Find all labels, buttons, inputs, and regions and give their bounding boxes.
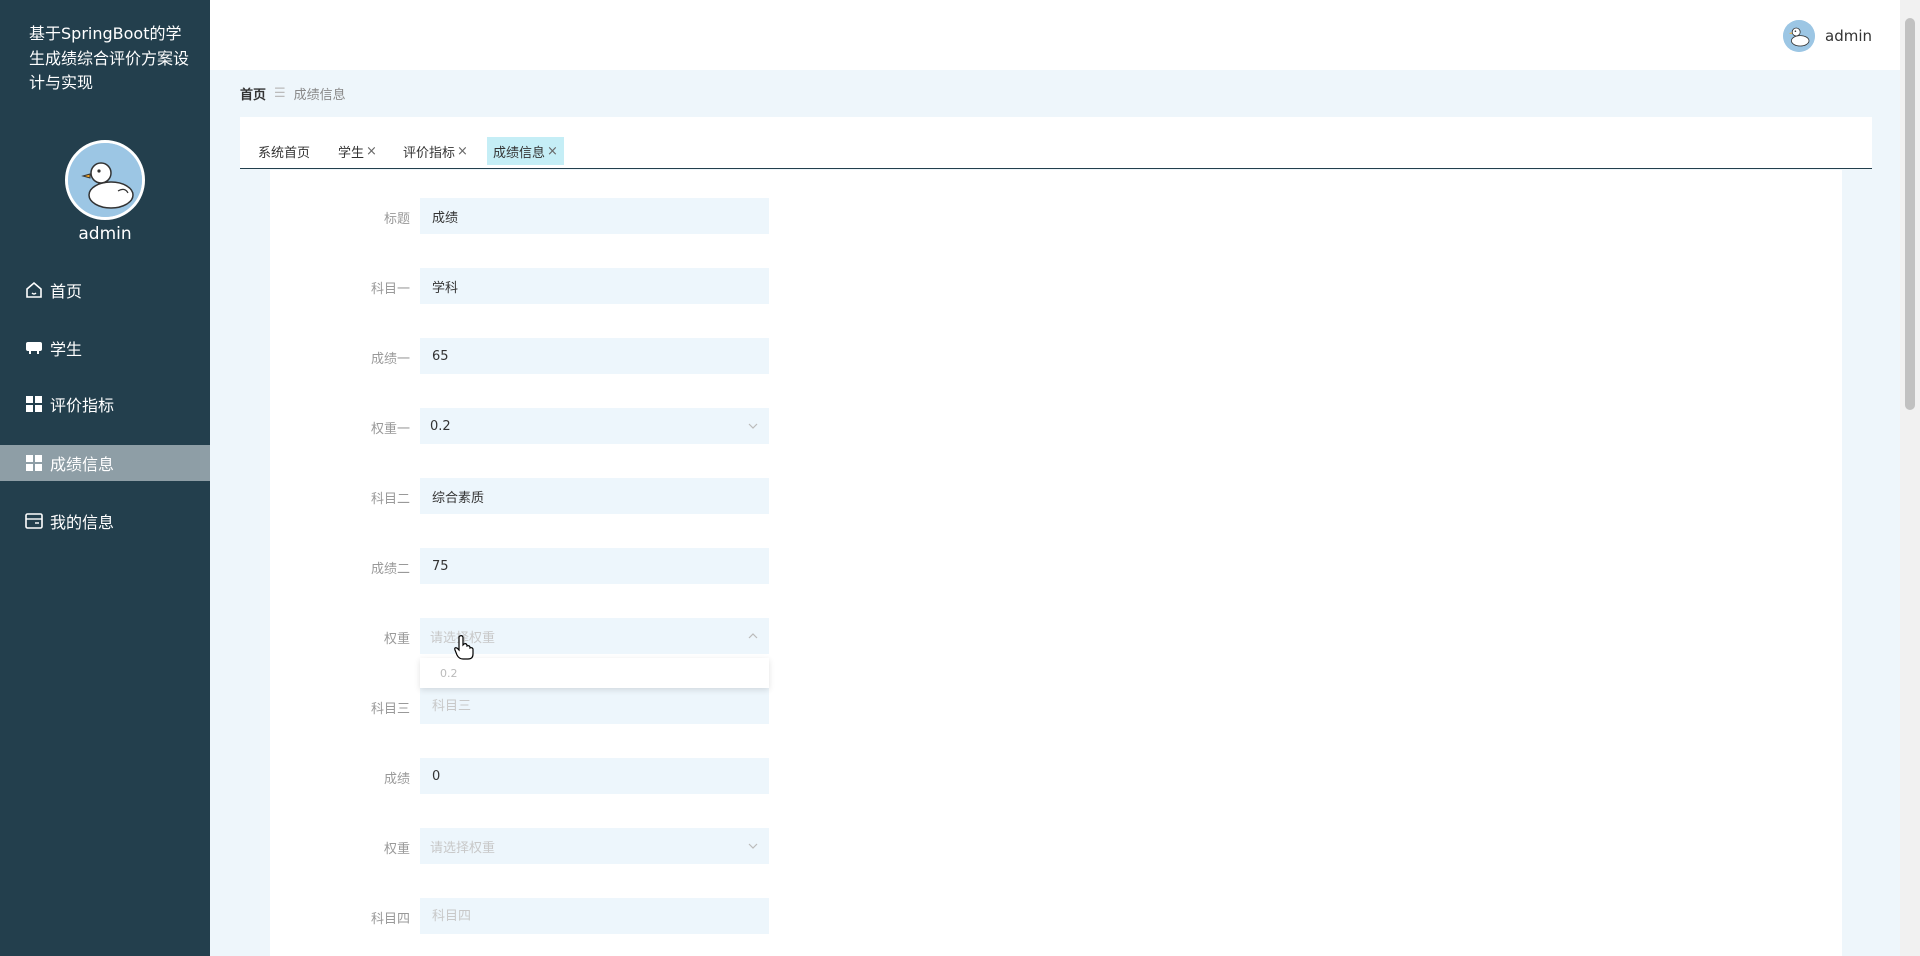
home-icon	[24, 280, 44, 300]
sidebar-item-label: 评价指标	[50, 396, 115, 415]
score-1-input[interactable]	[420, 338, 769, 374]
score-2-input[interactable]	[420, 548, 769, 584]
tab-label: 评价指标	[403, 145, 456, 161]
sidebar-item-student[interactable]: 学生	[0, 330, 210, 366]
chevron-up-icon	[747, 630, 759, 642]
breadcrumb-separator-icon: ☰	[274, 86, 286, 101]
duck-avatar-icon	[1783, 20, 1815, 52]
form-row-score-2: 成绩二	[270, 548, 1070, 584]
top-bar: admin	[210, 0, 1900, 70]
sidebar-item-home[interactable]: 首页	[0, 272, 210, 308]
weight-1-select[interactable]: 0.2	[420, 408, 769, 444]
subject-1-input[interactable]	[420, 268, 769, 304]
subject-2-input[interactable]	[420, 478, 769, 514]
student-icon	[24, 338, 44, 358]
field-label: 权重	[383, 842, 410, 857]
page-scrollbar[interactable]	[1900, 0, 1920, 956]
chevron-down-icon	[747, 420, 759, 432]
tab-system-home[interactable]: 系统首页	[252, 137, 316, 165]
form-row-title: 标题	[270, 198, 1070, 234]
field-label: 科目二	[370, 492, 410, 507]
sidebar-item-label: 成绩信息	[50, 455, 115, 474]
sidebar-item-scores[interactable]: 成绩信息	[0, 445, 210, 481]
weight-3-select[interactable]: 请选择权重	[420, 828, 769, 864]
form-row-subject-2: 科目二	[270, 478, 1070, 514]
field-label: 科目四	[370, 912, 410, 927]
tab-student[interactable]: 学生 ×	[332, 137, 383, 165]
sidebar-item-label: 我的信息	[50, 513, 115, 532]
field-label: 成绩一	[370, 352, 410, 367]
sidebar-item-label: 首页	[50, 282, 83, 301]
subject-4-input[interactable]	[420, 898, 769, 934]
close-icon[interactable]: ×	[457, 144, 468, 159]
sidebar-username: admin	[78, 224, 132, 244]
form-row-score-3: 成绩	[270, 758, 1070, 794]
form-row-subject-1: 科目一	[270, 268, 1070, 304]
avatar[interactable]	[65, 140, 145, 220]
subject-3-input[interactable]	[420, 688, 769, 724]
chevron-down-icon	[747, 840, 759, 852]
score-form: 标题 科目一 成绩一 权重一 0.2 科目二 成绩二 权重 请选择权重	[270, 170, 1842, 956]
user-menu[interactable]: admin	[1783, 20, 1872, 52]
dropdown-option[interactable]: 0.2	[440, 667, 458, 680]
form-row-weight-2: 权重 请选择权重 0.2	[270, 618, 1070, 688]
tab-label: 成绩信息	[493, 145, 546, 161]
avatar[interactable]	[1783, 20, 1815, 52]
close-icon[interactable]: ×	[366, 144, 377, 159]
card-icon	[24, 511, 44, 531]
sidebar: 基于SpringBoot的学生成绩综合评价方案设计与实现 admin 首页 学生	[0, 0, 210, 956]
sidebar-item-evaluation[interactable]: 评价指标	[0, 386, 210, 422]
form-row-weight-3: 权重 请选择权重	[270, 828, 1070, 864]
grid-icon	[24, 453, 44, 473]
score-3-input[interactable]	[420, 758, 769, 794]
field-label: 权重一	[370, 422, 410, 437]
field-label: 权重	[383, 632, 410, 647]
sidebar-item-my-info[interactable]: 我的信息	[0, 503, 210, 539]
sidebar-item-label: 学生	[50, 340, 83, 359]
title-input[interactable]	[420, 198, 769, 234]
breadcrumb-current: 成绩信息	[293, 88, 346, 103]
field-label: 成绩	[383, 772, 410, 787]
close-icon[interactable]: ×	[547, 144, 558, 159]
field-label: 科目一	[370, 282, 410, 297]
tab-label: 学生	[338, 145, 365, 161]
tabs-bar: 系统首页 学生 × 评价指标 × 成绩信息 ×	[240, 117, 1872, 169]
field-label: 科目三	[370, 702, 410, 717]
field-label: 成绩二	[370, 562, 410, 577]
weight-dropdown: 0.2	[420, 658, 769, 688]
select-placeholder: 请选择权重	[430, 840, 496, 856]
duck-avatar-icon	[68, 143, 142, 217]
tab-evaluation[interactable]: 评价指标 ×	[397, 137, 474, 165]
form-row-subject-3: 科目三	[270, 688, 1070, 724]
grid-icon	[24, 394, 44, 414]
breadcrumb: 首页 ☰ 成绩信息	[240, 84, 346, 103]
select-placeholder: 请选择权重	[430, 627, 747, 646]
hand-cursor-icon	[453, 634, 475, 660]
form-row-score-1: 成绩一	[270, 338, 1070, 374]
tab-scores[interactable]: 成绩信息 ×	[487, 137, 564, 165]
app-title: 基于SpringBoot的学生成绩综合评价方案设计与实现	[29, 24, 190, 92]
form-row-weight-1: 权重一 0.2	[270, 408, 1070, 444]
form-row-subject-4: 科目四	[270, 898, 1070, 934]
scrollbar-thumb[interactable]	[1905, 18, 1915, 410]
header-username: admin	[1825, 27, 1872, 45]
tab-label: 系统首页	[258, 145, 311, 161]
select-value: 0.2	[430, 418, 451, 434]
breadcrumb-home[interactable]: 首页	[240, 84, 266, 103]
field-label: 标题	[383, 212, 410, 227]
